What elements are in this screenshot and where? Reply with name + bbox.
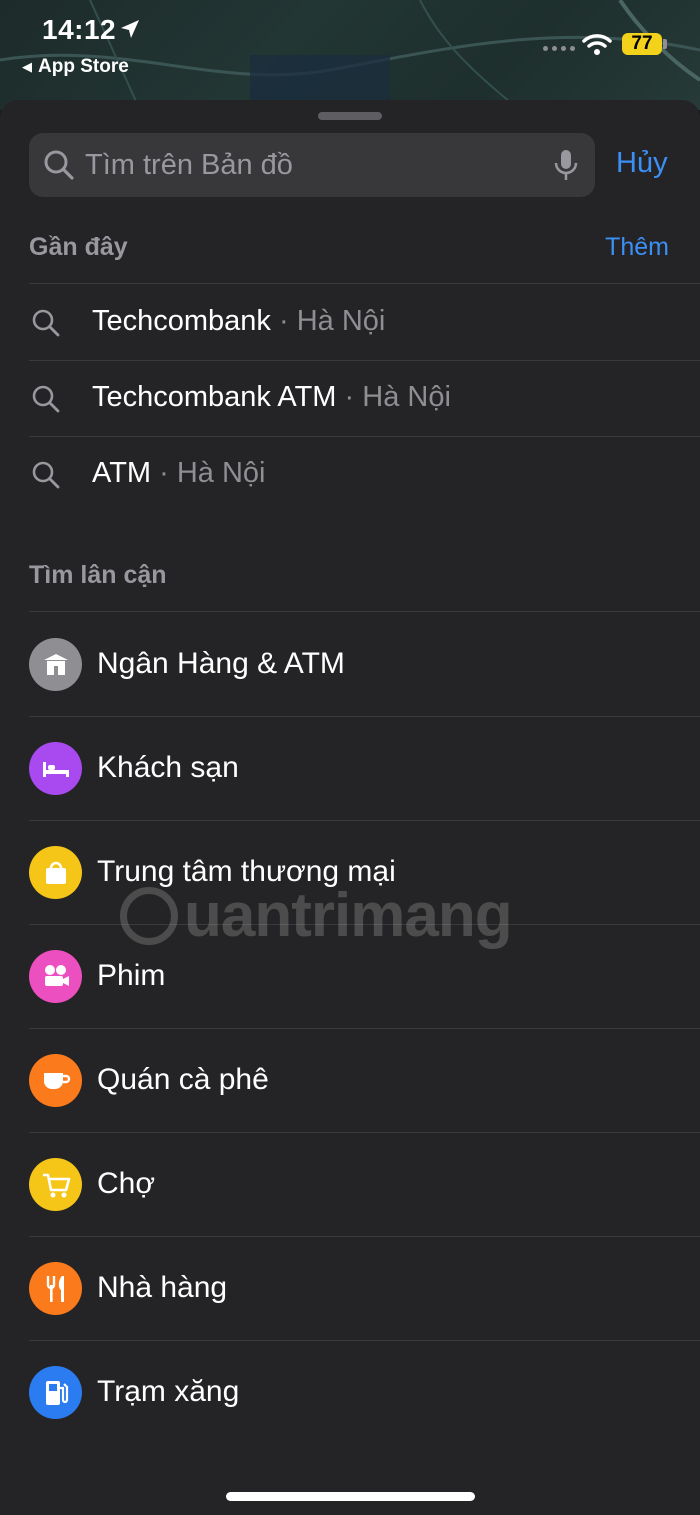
recent-item[interactable]: Techcombank · Hà Nội [0, 284, 700, 360]
category-icon-badge [29, 638, 82, 691]
battery-cap [663, 39, 667, 49]
fork-knife-icon [43, 1274, 69, 1304]
category-icon-badge [29, 1262, 82, 1315]
search-placeholder: Tìm trên Bản đồ [85, 149, 293, 181]
nearby-item-label: Nhà hàng [97, 1271, 228, 1304]
recent-item-location: Hà Nội [362, 381, 451, 413]
recents-title: Gần đây [29, 233, 128, 261]
movie-camera-icon [41, 963, 71, 991]
nearby-item[interactable]: Quán cà phê [0, 1028, 700, 1132]
status-time: 14:12 [42, 14, 117, 45]
back-to-app-store[interactable]: ◀ App Store [22, 56, 129, 78]
nearby-item[interactable]: Chợ [0, 1132, 700, 1236]
search-input[interactable]: Tìm trên Bản đồ [29, 133, 595, 197]
fuel-pump-icon [42, 1378, 70, 1408]
nearby-item-label: Chợ [97, 1167, 156, 1200]
nearby-title: Tìm lân cận [29, 561, 167, 589]
category-icon-badge [29, 950, 82, 1003]
nearby-item[interactable]: Trạm xăng [0, 1340, 700, 1444]
nearby-item[interactable]: Nhà hàng [0, 1236, 700, 1340]
nearby-item[interactable]: Phim [0, 924, 700, 1028]
wifi-icon [582, 32, 612, 61]
nearby-item-label: Quán cà phê [97, 1063, 269, 1096]
microphone-icon[interactable] [553, 149, 579, 188]
recent-item[interactable]: ATM · Hà Nội [0, 436, 700, 512]
recent-item-separator: · [279, 305, 289, 337]
nearby-item-label: Trạm xăng [97, 1375, 240, 1408]
sheet-grabber[interactable] [318, 112, 382, 120]
search-icon [43, 149, 75, 186]
recent-item-text: Techcombank ATM · Hà Nội [92, 381, 451, 414]
bed-icon [41, 759, 71, 779]
recent-item-separator: · [344, 381, 355, 413]
recent-item-name: ATM [92, 457, 152, 489]
recent-item-text: Techcombank · Hà Nội [92, 305, 385, 338]
bank-icon [42, 651, 70, 679]
battery-level: 77 [622, 33, 662, 55]
back-app-label: App Store [38, 56, 129, 77]
category-icon-badge [29, 742, 82, 795]
shopping-cart-icon [41, 1171, 71, 1199]
nearby-item-label: Ngân Hàng & ATM [97, 647, 345, 680]
recent-item[interactable]: Techcombank ATM · Hà Nội [0, 360, 700, 436]
recent-item-location: Hà Nội [296, 305, 386, 337]
nearby-item[interactable]: Ngân Hàng & ATM [0, 612, 700, 716]
cancel-button[interactable]: Hủy [616, 147, 668, 180]
coffee-cup-icon [41, 1069, 71, 1093]
nearby-item-label: Phim [97, 959, 166, 992]
search-sheet: Tìm trên Bản đồ Hủy Gần đây Thêm Techcom… [0, 100, 700, 1515]
nearby-item-label: Khách sạn [97, 751, 239, 784]
category-icon-badge [29, 1366, 82, 1419]
nearby-item[interactable]: Trung tâm thương mại [0, 820, 700, 924]
home-indicator[interactable] [226, 1492, 475, 1501]
search-icon [31, 308, 61, 343]
recent-item-location: Hà Nội [176, 457, 266, 489]
category-icon-badge [29, 1158, 82, 1211]
nearby-item-label: Trung tâm thương mại [97, 855, 396, 888]
shopping-bag-icon [42, 859, 70, 887]
more-button[interactable]: Thêm [605, 233, 669, 262]
recent-item-name: Techcombank [92, 305, 271, 337]
recent-item-separator: · [159, 457, 169, 489]
recent-item-text: ATM · Hà Nội [92, 457, 266, 490]
recent-item-name: Techcombank ATM [92, 381, 337, 413]
cellular-signal-icon [543, 46, 575, 51]
back-triangle-icon: ◀ [22, 59, 32, 74]
search-icon [31, 384, 61, 419]
nearby-item[interactable]: Khách sạn [0, 716, 700, 820]
search-icon [31, 460, 61, 495]
location-arrow-icon [120, 19, 140, 44]
category-icon-badge [29, 846, 82, 899]
category-icon-badge [29, 1054, 82, 1107]
